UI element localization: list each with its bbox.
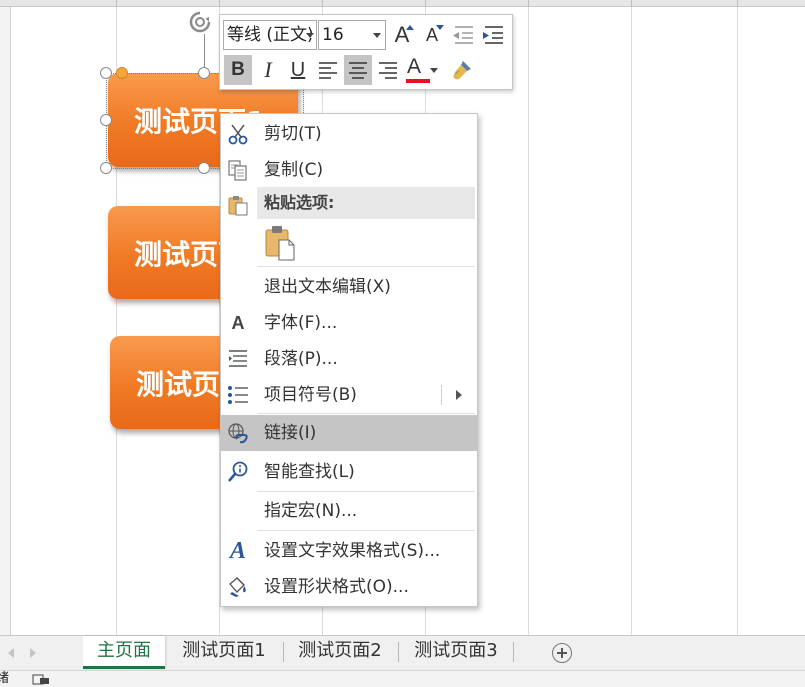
menu-item-label: 指定宏(N)... — [264, 501, 358, 521]
menu-item-label: 智能查找(L) — [264, 462, 355, 482]
sheet-tab-bar: 主页面 测试页面1 测试页面2 测试页面3 — [0, 635, 805, 671]
italic-button[interactable]: I — [254, 55, 282, 85]
resize-handle-top-right[interactable] — [198, 67, 210, 79]
underline-icon: U — [290, 58, 306, 81]
paste-options-header: 粘贴选项: — [257, 187, 475, 219]
font-size-select[interactable]: 16 — [318, 20, 386, 50]
context-menu: 剪切(T) 复制(C) 粘贴选项: 退出文本编辑(X) A 字体(F)... 段… — [220, 113, 478, 607]
decrease-indent-button[interactable] — [449, 20, 477, 50]
underline-button[interactable]: U — [284, 55, 312, 85]
chevron-down-icon — [430, 68, 438, 73]
column-header[interactable] — [0, 0, 805, 7]
macro-record-icon[interactable] — [32, 673, 50, 685]
sheet-tab-test-2[interactable]: 测试页面2 — [284, 636, 396, 666]
bullets-icon — [227, 384, 249, 406]
font-color-swatch — [406, 79, 430, 83]
font-size-value: 16 — [322, 25, 344, 45]
menu-separator — [257, 530, 475, 531]
menu-item-label: 字体(F)... — [264, 313, 338, 333]
italic-icon: I — [264, 57, 272, 82]
menu-item-label: 设置文字效果格式(S)... — [264, 541, 441, 561]
smart-lookup-icon — [227, 461, 249, 483]
caret-up-icon — [406, 25, 414, 30]
menu-item-label: 退出文本编辑(X) — [264, 277, 391, 297]
status-text: 绪 — [0, 671, 10, 686]
format-painter-icon — [453, 61, 471, 80]
menu-item-label: 链接(I) — [264, 423, 317, 443]
submenu-divider — [441, 385, 442, 405]
align-left-button[interactable] — [314, 55, 342, 85]
chevron-right-icon[interactable] — [30, 648, 36, 658]
increase-indent-button[interactable] — [479, 20, 507, 50]
chevron-right-icon — [456, 390, 462, 400]
menu-item-label: 段落(P)... — [264, 349, 338, 369]
menu-item-link[interactable]: 链接(I) — [221, 415, 477, 451]
paste-options-label: 粘贴选项: — [264, 193, 335, 212]
resize-handle-bottom-left[interactable] — [100, 162, 112, 174]
font-color-icon: A — [407, 55, 422, 78]
paste-clipboard-icon — [265, 226, 295, 261]
increase-indent-icon — [483, 26, 503, 44]
bold-button[interactable]: B — [224, 55, 252, 85]
font-icon: A — [231, 312, 245, 333]
copy-icon — [227, 159, 249, 181]
tab-divider — [398, 642, 399, 662]
menu-item-exit-text-edit[interactable]: 退出文本编辑(X) — [221, 269, 477, 305]
status-bar: 绪 — [0, 670, 805, 687]
menu-item-cut[interactable]: 剪切(T) — [221, 116, 477, 152]
menu-item-format-text-effects[interactable]: A 设置文字效果格式(S)... — [221, 533, 477, 569]
menu-separator — [257, 266, 475, 267]
text-effect-icon: A — [229, 537, 246, 564]
mini-toolbar: 等线 (正文) 16 A A B I U A — [219, 14, 513, 90]
menu-item-label: 剪切(T) — [264, 124, 322, 144]
sheet-tab-main[interactable]: 主页面 — [83, 636, 165, 669]
menu-item-smart-lookup[interactable]: 智能查找(L) — [221, 454, 477, 490]
chevron-down-icon — [373, 33, 381, 38]
decrease-indent-icon — [453, 26, 473, 44]
scissors-icon — [227, 123, 249, 145]
adjust-handle[interactable] — [116, 67, 128, 79]
menu-item-assign-macro[interactable]: 指定宏(N)... — [221, 493, 477, 529]
align-right-icon — [379, 62, 397, 79]
menu-separator — [257, 413, 475, 414]
align-center-icon — [349, 62, 367, 79]
format-painter-button[interactable] — [448, 55, 476, 85]
align-right-button[interactable] — [374, 55, 402, 85]
font-color-button[interactable]: A — [404, 55, 440, 85]
menu-item-label: 设置形状格式(O)... — [264, 577, 409, 597]
menu-item-label: 复制(C) — [264, 160, 324, 180]
sheet-tab-test-1[interactable]: 测试页面1 — [168, 636, 280, 666]
align-left-icon — [319, 62, 337, 79]
clipboard-icon — [227, 194, 249, 216]
paragraph-icon — [227, 348, 249, 370]
shape-format-icon — [227, 576, 249, 598]
menu-item-copy[interactable]: 复制(C) — [221, 152, 477, 188]
font-name-select[interactable]: 等线 (正文) — [223, 20, 317, 50]
font-name-value: 等线 (正文) — [227, 25, 314, 45]
menu-separator — [257, 491, 475, 492]
menu-item-format-shape[interactable]: 设置形状格式(O)... — [221, 569, 477, 605]
menu-item-bullets[interactable]: 项目符号(B) — [221, 377, 477, 413]
add-sheet-icon[interactable] — [552, 643, 572, 663]
menu-item-paragraph[interactable]: 段落(P)... — [221, 341, 477, 377]
bold-icon: B — [231, 59, 245, 80]
resize-handle-top-left[interactable] — [100, 67, 112, 79]
link-icon — [227, 422, 249, 444]
grow-font-button[interactable]: A — [388, 20, 416, 50]
chevron-left-icon[interactable] — [8, 648, 14, 658]
paste-keep-formatting-button[interactable] — [263, 224, 299, 264]
resize-handle-left[interactable] — [100, 114, 112, 126]
align-center-button[interactable] — [344, 55, 372, 85]
sheet-tab-test-3[interactable]: 测试页面3 — [400, 636, 512, 666]
rotate-handle-icon[interactable] — [188, 10, 212, 34]
resize-handle-bottom[interactable] — [198, 162, 210, 174]
menu-item-font[interactable]: A 字体(F)... — [221, 305, 477, 341]
caret-down-icon — [436, 25, 444, 30]
chevron-down-icon — [306, 33, 314, 38]
shrink-font-button[interactable]: A — [418, 20, 446, 50]
tab-divider — [513, 642, 514, 662]
menu-item-label: 项目符号(B) — [264, 385, 357, 405]
